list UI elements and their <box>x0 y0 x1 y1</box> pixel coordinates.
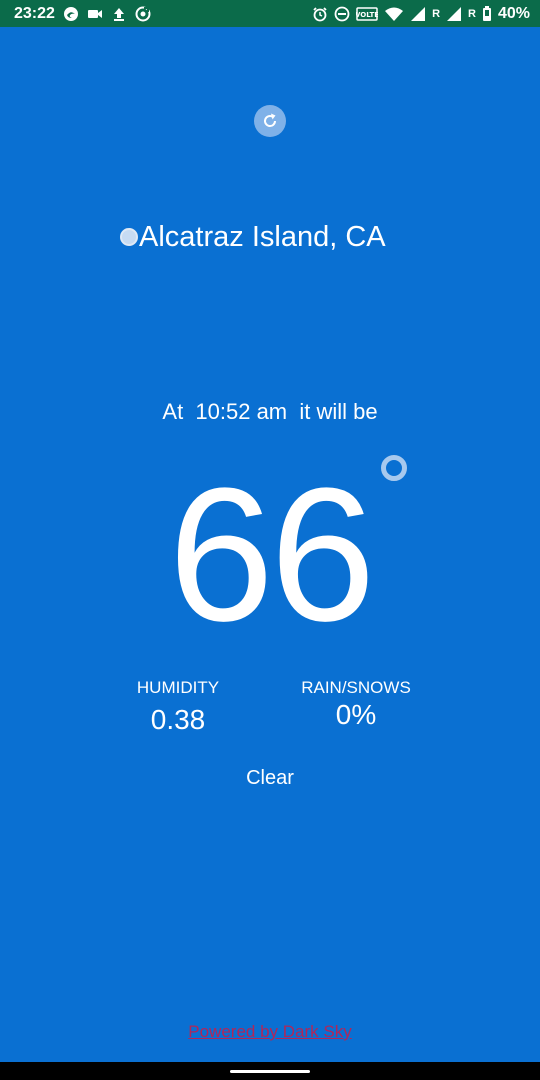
refresh-icon <box>264 113 277 127</box>
degree-icon <box>381 455 407 481</box>
rain-label: RAIN/SNOWS <box>301 678 411 697</box>
status-bar-left: 23:22 <box>14 5 151 23</box>
network-type-1: R <box>432 7 441 20</box>
home-handle[interactable] <box>230 1070 310 1073</box>
rain-value: 0% <box>335 699 377 730</box>
refresh-button[interactable] <box>254 105 286 137</box>
status-bar: 23:22 VOLTE R R 40% <box>0 0 540 27</box>
signal-icon <box>410 6 426 22</box>
navigation-bar <box>0 1062 540 1080</box>
humidity-label: HUMIDITY <box>136 678 220 697</box>
volte-label: VOLTE <box>356 11 378 19</box>
upload-icon <box>111 6 127 22</box>
location-pin-icon <box>120 228 138 246</box>
status-time: 23:22 <box>14 4 55 22</box>
alarm-icon <box>312 6 328 22</box>
edge-icon <box>63 6 79 22</box>
sync-icon <box>135 6 151 22</box>
temperature-value: 66 <box>168 449 375 661</box>
dnd-icon <box>334 6 350 22</box>
battery-percent: 40% <box>497 4 530 22</box>
video-icon <box>87 6 103 22</box>
location-name: Alcatraz Island, CA <box>139 221 386 253</box>
humidity-value: 0.38 <box>150 704 206 735</box>
signal-icon <box>446 6 462 22</box>
location: Alcatraz Island, CA <box>120 217 386 257</box>
weather-summary: Clear <box>246 767 294 789</box>
volte-icon: VOLTE <box>356 6 378 22</box>
status-bar-right: VOLTE R R 40% <box>312 5 530 23</box>
battery-icon <box>482 5 492 22</box>
forecast-time-text: At 10:52 am it will be <box>162 399 378 424</box>
wifi-icon <box>384 6 404 22</box>
weather-screen: Alcatraz Island, CA At 10:52 am it will … <box>0 27 540 1062</box>
powered-by-link[interactable]: Powered by Dark Sky <box>0 1022 540 1042</box>
network-type-2: R <box>468 7 476 20</box>
